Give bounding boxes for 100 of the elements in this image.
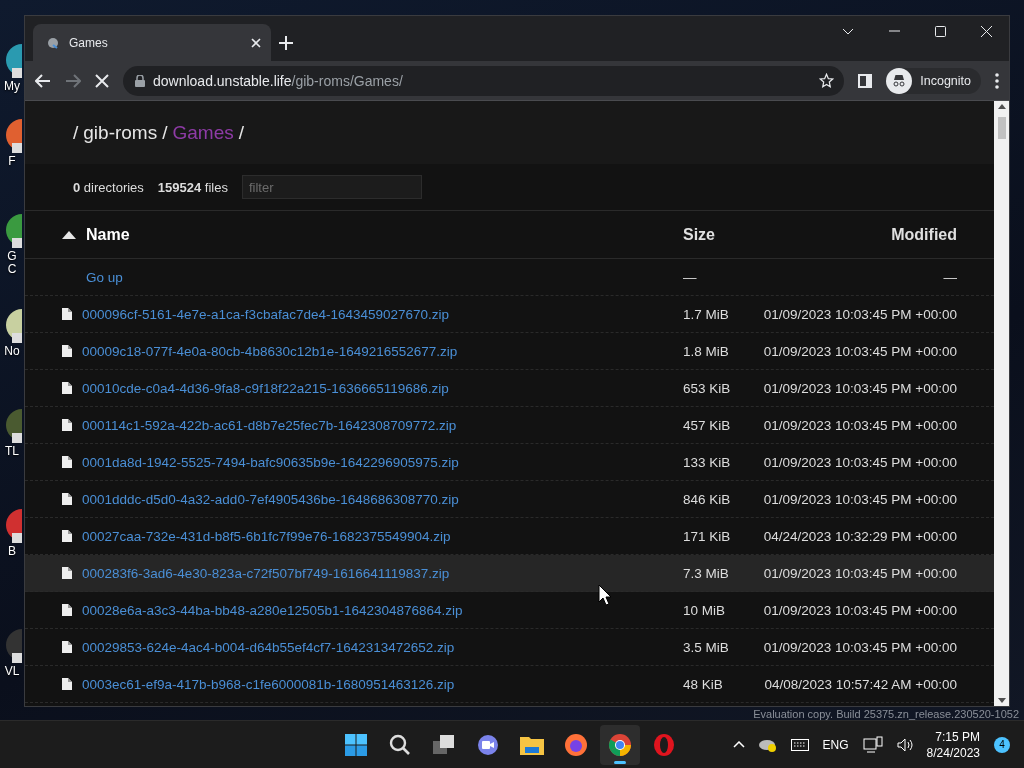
modified-cell: 01/09/2023 10:03:45 PM +00:00 bbox=[763, 565, 957, 581]
cloud-warning-icon[interactable] bbox=[758, 737, 777, 752]
shortcut-label: C bbox=[7, 263, 17, 276]
file-row[interactable]: 0003ec61-ef9a-417b-b968-c1fe6000081b-1680951463126.zip 48 KiB 04/08/2023 10:57:42 AM +00:00 bbox=[25, 666, 994, 703]
size-cell-text: 457 KiB bbox=[683, 417, 732, 433]
modified-cell: 01/09/2023 10:03:45 PM +00:00 bbox=[763, 343, 957, 359]
network-icon[interactable] bbox=[862, 735, 883, 754]
mouse-cursor-icon bbox=[598, 584, 612, 606]
menu-icon[interactable] bbox=[995, 72, 999, 89]
opera-icon bbox=[653, 733, 675, 757]
browser-tab[interactable]: Games bbox=[33, 24, 271, 61]
file-icon bbox=[62, 308, 72, 320]
file-row[interactable]: 0001dddc-d5d0-4a32-add0-7ef4905436be-1648686308770.zip 846 KiB 01/09/2023 10:03:45 PM +00:00 bbox=[25, 481, 994, 518]
forward-arrow-icon[interactable] bbox=[65, 73, 81, 88]
stop-icon[interactable] bbox=[95, 73, 109, 88]
size-cell-text: 3.5 MiB bbox=[683, 639, 730, 655]
file-link[interactable]: 00029853-624e-4ac4-b004-d64b55ef4cf7-1642313472652.zip bbox=[82, 639, 455, 655]
back-arrow-icon[interactable] bbox=[35, 73, 51, 88]
file-link[interactable]: 000114c1-592a-422b-ac61-d8b7e25fec7b-1642308709772.zip bbox=[82, 417, 457, 433]
modified-cell: 04/08/2023 10:57:42 AM +00:00 bbox=[764, 676, 957, 692]
shortcut-label: B bbox=[8, 545, 16, 558]
new-tab-icon[interactable] bbox=[279, 35, 293, 50]
file-link[interactable]: 0003ec61-ef9a-417b-b968-c1fe6000081b-1680951463126.zip bbox=[82, 676, 455, 692]
modified-cell: 01/09/2023 10:03:45 PM +00:00 bbox=[763, 380, 957, 396]
file-link[interactable]: 00028e6a-a3c3-44ba-bb48-a280e12505b1-1642304876864.zip bbox=[82, 602, 463, 618]
side-panel-icon[interactable] bbox=[858, 73, 873, 88]
size-cell-text: 171 KiB bbox=[683, 528, 732, 544]
file-row[interactable]: 0001da8d-1942-5525-7494-bafc90635b9e-1642296905975.zip 133 KiB 01/09/2023 10:03:45 PM +00:00 bbox=[25, 444, 994, 481]
keyboard-icon[interactable] bbox=[790, 738, 809, 751]
shortcut-label: TL bbox=[5, 445, 19, 458]
shortcut-label: VL bbox=[4, 665, 20, 678]
scroll-thumb[interactable] bbox=[997, 117, 1006, 139]
file-icon bbox=[62, 641, 72, 653]
file-link[interactable]: 00027caa-732e-431d-b8f5-6b1fc7f99e76-1682375549904.zip bbox=[82, 528, 451, 544]
file-icon bbox=[62, 567, 72, 579]
close-icon[interactable] bbox=[980, 25, 992, 37]
modified-cell: 01/09/2023 10:03:45 PM +00:00 bbox=[763, 417, 957, 433]
file-icon bbox=[62, 493, 72, 505]
file-row[interactable]: 00009c18-077f-4e0a-80cb-4b8630c12b1e-1649216552677.zip 1.8 MiB 01/09/2023 10:03:45 PM +00:00 bbox=[25, 333, 994, 370]
scroll-down-icon[interactable] bbox=[997, 698, 1006, 703]
modified-cell: 04/24/2023 10:32:29 PM +00:00 bbox=[763, 528, 957, 544]
column-header[interactable]: Size bbox=[683, 225, 715, 244]
breadcrumb-separator: / bbox=[162, 121, 168, 144]
size-cell-text: 1.7 MiB bbox=[683, 306, 730, 322]
file-link[interactable]: 000096cf-5161-4e7e-a1ca-f3cbafac7de4-1643459027670.zip bbox=[82, 306, 450, 322]
star-icon[interactable] bbox=[819, 73, 835, 88]
modified-cell: 01/09/2023 10:03:45 PM +00:00 bbox=[763, 602, 957, 618]
language-indicator[interactable]: ENG bbox=[822, 737, 849, 752]
modified-cell: 01/09/2023 10:03:45 PM +00:00 bbox=[763, 306, 957, 322]
column-header[interactable]: Name bbox=[86, 225, 130, 244]
file-link[interactable]: 0001da8d-1942-5525-7494-bafc90635b9e-1642296905975.zip bbox=[82, 454, 459, 470]
file-icon bbox=[62, 530, 72, 542]
size-cell-text: 1.8 MiB bbox=[683, 343, 730, 359]
file-link[interactable]: 0001dddc-d5d0-4a32-add0-7ef4905436be-1648686308770.zip bbox=[82, 491, 459, 507]
file-link[interactable]: 000283f6-3ad6-4e30-823a-c72f507bf749-1616641119837.zip bbox=[82, 565, 450, 581]
tab-search-icon[interactable] bbox=[842, 27, 854, 35]
chat-icon bbox=[477, 734, 499, 756]
globe-icon bbox=[47, 36, 59, 49]
watermark-text: Evaluation copy. Build 25375.zn_release.230520-1052 bbox=[753, 708, 1019, 720]
notification-badge[interactable]: 4 bbox=[994, 736, 1010, 753]
go-up-link[interactable]: Go up bbox=[86, 269, 123, 285]
shortcut-label: My bbox=[4, 80, 20, 93]
file-link[interactable]: 00010cde-c0a4-4d36-9fa8-c9f18f22a215-1636665119686.zip bbox=[82, 380, 449, 396]
file-icon bbox=[62, 604, 72, 616]
breadcrumb-separator: / bbox=[238, 121, 244, 144]
clock[interactable]: 7:15 PM 8/24/2023 bbox=[926, 728, 980, 761]
volume-icon[interactable] bbox=[896, 737, 913, 752]
incognito-button[interactable]: Incognito bbox=[886, 67, 981, 94]
breadcrumb-link[interactable]: gib-roms bbox=[83, 121, 158, 144]
file-icon bbox=[62, 345, 72, 357]
chevron-up-icon[interactable] bbox=[732, 741, 745, 748]
file-row[interactable]: 00029853-624e-4ac4-b004-d64b55ef4cf7-1642313472652.zip 3.5 MiB 01/09/2023 10:03:45 PM +00:00 bbox=[25, 629, 994, 666]
column-header[interactable]: Modified bbox=[891, 225, 957, 244]
minimize-icon[interactable] bbox=[888, 30, 900, 32]
shortcut-label: G bbox=[7, 250, 17, 263]
size-cell-text: 653 KiB bbox=[683, 380, 732, 396]
firefox-icon bbox=[564, 733, 588, 757]
scrollbar[interactable] bbox=[994, 101, 1009, 706]
file-link[interactable]: 00009c18-077f-4e0a-80cb-4b8630c12b1e-1649216552677.zip bbox=[82, 343, 458, 359]
size-cell-text: 10 MiB bbox=[683, 602, 727, 618]
file-icon bbox=[62, 419, 72, 431]
file-row[interactable]: 000114c1-592a-422b-ac61-d8b7e25fec7b-1642308709772.zip 457 KiB 01/09/2023 10:03:45 PM +00:00 bbox=[25, 407, 994, 444]
filter-field[interactable]: filter bbox=[241, 175, 422, 199]
address-bar[interactable]: download.unstable.life/gib-roms/Games/ bbox=[123, 65, 845, 96]
file-row[interactable]: 00010cde-c0a4-4d36-9fa8-c9f18f22a215-1636665119686.zip 653 KiB 01/09/2023 10:03:45 PM +00:00 bbox=[25, 370, 994, 407]
size-cell-text: 133 KiB bbox=[683, 454, 732, 470]
close-icon[interactable] bbox=[251, 37, 261, 48]
file-icon bbox=[62, 382, 72, 394]
count-text: 159524 files bbox=[157, 179, 228, 195]
count-text: 0 directories bbox=[73, 179, 144, 195]
size-cell-text: 7.3 MiB bbox=[683, 565, 730, 581]
scroll-up-icon[interactable] bbox=[997, 104, 1006, 109]
modified-cell: — bbox=[943, 269, 957, 285]
file-row[interactable]: 000283f6-3ad6-4e30-823a-c72f507bf749-1616641119837.zip 7.3 MiB 01/09/2023 10:03:45 PM +00:00 bbox=[25, 555, 994, 592]
taskbar-app[interactable] bbox=[600, 725, 640, 765]
file-row[interactable]: 000096cf-5161-4e7e-a1ca-f3cbafac7de4-1643459027670.zip 1.7 MiB 01/09/2023 10:03:45 PM +00:00 bbox=[25, 296, 994, 333]
start-icon bbox=[344, 733, 368, 757]
maximize-icon[interactable] bbox=[934, 25, 946, 37]
search-icon bbox=[389, 734, 411, 756]
lock-icon bbox=[135, 74, 145, 87]
